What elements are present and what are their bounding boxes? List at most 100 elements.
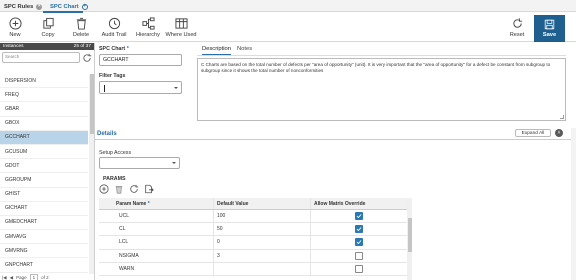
override-checkbox[interactable] bbox=[355, 238, 363, 247]
save-button[interactable]: Save bbox=[534, 15, 565, 42]
override-checkbox[interactable] bbox=[355, 225, 363, 234]
expand-all-button[interactable]: Expand All bbox=[515, 129, 551, 137]
checkmark-icon bbox=[356, 240, 362, 245]
description-text: C Charts are based on the total number o… bbox=[201, 62, 551, 73]
table-row[interactable]: UCL 100 bbox=[99, 210, 407, 224]
param-name-cell[interactable]: UCL bbox=[113, 210, 213, 222]
where-used-button[interactable]: Where Used bbox=[164, 17, 198, 39]
instances-header: Instances 25 of 37 bbox=[0, 43, 94, 50]
add-row-icon[interactable] bbox=[99, 184, 109, 194]
param-name-cell[interactable]: NSIGMA bbox=[113, 250, 213, 262]
list-item[interactable]: GMEDCHART bbox=[0, 216, 88, 231]
default-value-cell[interactable]: 0 bbox=[213, 236, 310, 249]
list-item[interactable]: GMVRNG bbox=[0, 244, 88, 259]
hierarchy-icon bbox=[141, 17, 155, 30]
prev-page-icon[interactable]: ◀ bbox=[10, 275, 13, 280]
description-textarea[interactable]: C Charts are based on the total number o… bbox=[197, 58, 566, 121]
checkmark-icon bbox=[356, 214, 362, 219]
delete-label: Delete bbox=[72, 32, 90, 38]
description-divider bbox=[197, 55, 566, 56]
list-item[interactable]: GMVAVG bbox=[0, 230, 88, 245]
param-name-cell[interactable]: CL bbox=[113, 223, 213, 235]
list-item[interactable]: GNPCHART bbox=[0, 258, 88, 273]
search-input[interactable]: Search bbox=[2, 52, 80, 63]
checkmark-icon bbox=[356, 227, 362, 232]
page-of: of 2 bbox=[41, 275, 49, 280]
default-value-cell[interactable] bbox=[213, 262, 310, 275]
params-toolbar bbox=[99, 184, 154, 194]
new-label: New bbox=[9, 32, 21, 38]
tab-bar: SPC Rules × SPC Chart + bbox=[0, 0, 576, 13]
setup-access-select[interactable] bbox=[99, 157, 180, 169]
list-item[interactable]: GDOT bbox=[0, 159, 88, 174]
list-item[interactable]: GGROUPM bbox=[0, 173, 88, 188]
override-checkbox[interactable] bbox=[355, 264, 363, 273]
page-number[interactable]: 1 bbox=[29, 274, 39, 280]
reset-icon bbox=[512, 18, 522, 28]
spc-chart-field[interactable]: GCCHART bbox=[99, 54, 182, 66]
instances-list: DISPERSION FREQ GBAR GBOX GCCHART GCUSUM GDOT G… bbox=[0, 74, 88, 273]
resize-handle[interactable] bbox=[560, 115, 564, 119]
required-icon: * bbox=[147, 200, 150, 207]
instances-count: 25 of 37 bbox=[73, 44, 91, 49]
default-value-cell[interactable]: 100 bbox=[213, 210, 310, 223]
delete-button[interactable]: Delete bbox=[64, 17, 98, 39]
list-item[interactable]: GBOX bbox=[0, 117, 88, 131]
list-item[interactable]: DISPERSION bbox=[0, 74, 88, 89]
audit-trail-button[interactable]: Audit Trail bbox=[97, 17, 131, 39]
description-tabs: Description Notes bbox=[202, 46, 252, 55]
trash-icon bbox=[76, 17, 86, 30]
tab-spc-chart-label: SPC Chart bbox=[50, 3, 79, 10]
toolbar: New Copy Delete Audit Trail Hierarchy Wh… bbox=[0, 13, 576, 42]
col-param-name[interactable]: Param Name * bbox=[113, 198, 213, 209]
page-label: Page bbox=[16, 275, 27, 280]
chevron-up-icon[interactable]: ˄ bbox=[555, 129, 563, 137]
hierarchy-label: Hierarchy bbox=[136, 32, 160, 38]
table-row[interactable]: LCL 0 bbox=[99, 236, 407, 250]
override-checkbox[interactable] bbox=[355, 251, 363, 260]
first-page-icon[interactable]: |◀ bbox=[2, 275, 7, 280]
copy-button[interactable]: Copy bbox=[31, 17, 65, 39]
list-item[interactable]: GICHART bbox=[0, 202, 88, 216]
table-row[interactable]: WARN bbox=[99, 262, 407, 276]
trash-icon[interactable] bbox=[114, 184, 124, 194]
export-icon[interactable] bbox=[144, 184, 154, 194]
setup-access-label: Setup Access bbox=[99, 150, 132, 156]
instances-scrollbar[interactable] bbox=[89, 74, 94, 274]
list-item[interactable]: GCCHART bbox=[0, 130, 88, 145]
params-grid: Param Name * Default Value Allow Matrix … bbox=[99, 198, 407, 276]
default-value-cell[interactable]: 3 bbox=[213, 249, 310, 262]
list-item[interactable]: GHIST bbox=[0, 188, 88, 202]
table-row[interactable]: CL 50 bbox=[99, 223, 407, 237]
refresh-icon[interactable] bbox=[129, 184, 139, 194]
hierarchy-button[interactable]: Hierarchy bbox=[131, 17, 165, 39]
add-tab-icon[interactable]: + bbox=[81, 3, 88, 10]
list-item[interactable]: GCUSUM bbox=[0, 145, 88, 160]
tab-notes[interactable]: Notes bbox=[237, 46, 252, 55]
param-name-cell[interactable]: LCL bbox=[113, 236, 213, 248]
override-checkbox[interactable] bbox=[355, 212, 363, 221]
list-item[interactable]: FREQ bbox=[0, 88, 88, 103]
default-value-cell[interactable]: 50 bbox=[213, 223, 310, 236]
chevron-down-icon bbox=[174, 86, 178, 89]
filter-tags-label: Filter Tags bbox=[99, 73, 126, 79]
reset-button[interactable]: Reset bbox=[500, 17, 534, 39]
col-default-value[interactable]: Default Value bbox=[213, 198, 310, 209]
col-allow-matrix-override[interactable]: Allow Matrix Override bbox=[310, 198, 407, 209]
table-row[interactable]: NSIGMA 3 bbox=[99, 249, 407, 263]
tab-description[interactable]: Description bbox=[202, 46, 231, 55]
grid-scrollbar[interactable] bbox=[407, 198, 412, 280]
tab-spc-chart[interactable]: SPC Chart + bbox=[50, 2, 88, 11]
close-icon[interactable]: × bbox=[36, 3, 43, 10]
main-scrollbar[interactable] bbox=[571, 128, 576, 280]
new-button[interactable]: New bbox=[0, 17, 32, 39]
audit-trail-label: Audit Trail bbox=[101, 32, 127, 38]
tab-spc-rules[interactable]: SPC Rules × bbox=[4, 2, 43, 11]
reset-label: Reset bbox=[509, 32, 525, 38]
list-item[interactable]: GBAR bbox=[0, 102, 88, 117]
pager: |◀ ◀ Page 1 of 2 bbox=[2, 274, 49, 280]
filter-tags-select[interactable] bbox=[99, 81, 182, 94]
param-name-cell[interactable]: WARN bbox=[113, 263, 213, 275]
refresh-icon[interactable] bbox=[82, 53, 92, 63]
tab-spc-rules-label: SPC Rules bbox=[4, 3, 34, 10]
